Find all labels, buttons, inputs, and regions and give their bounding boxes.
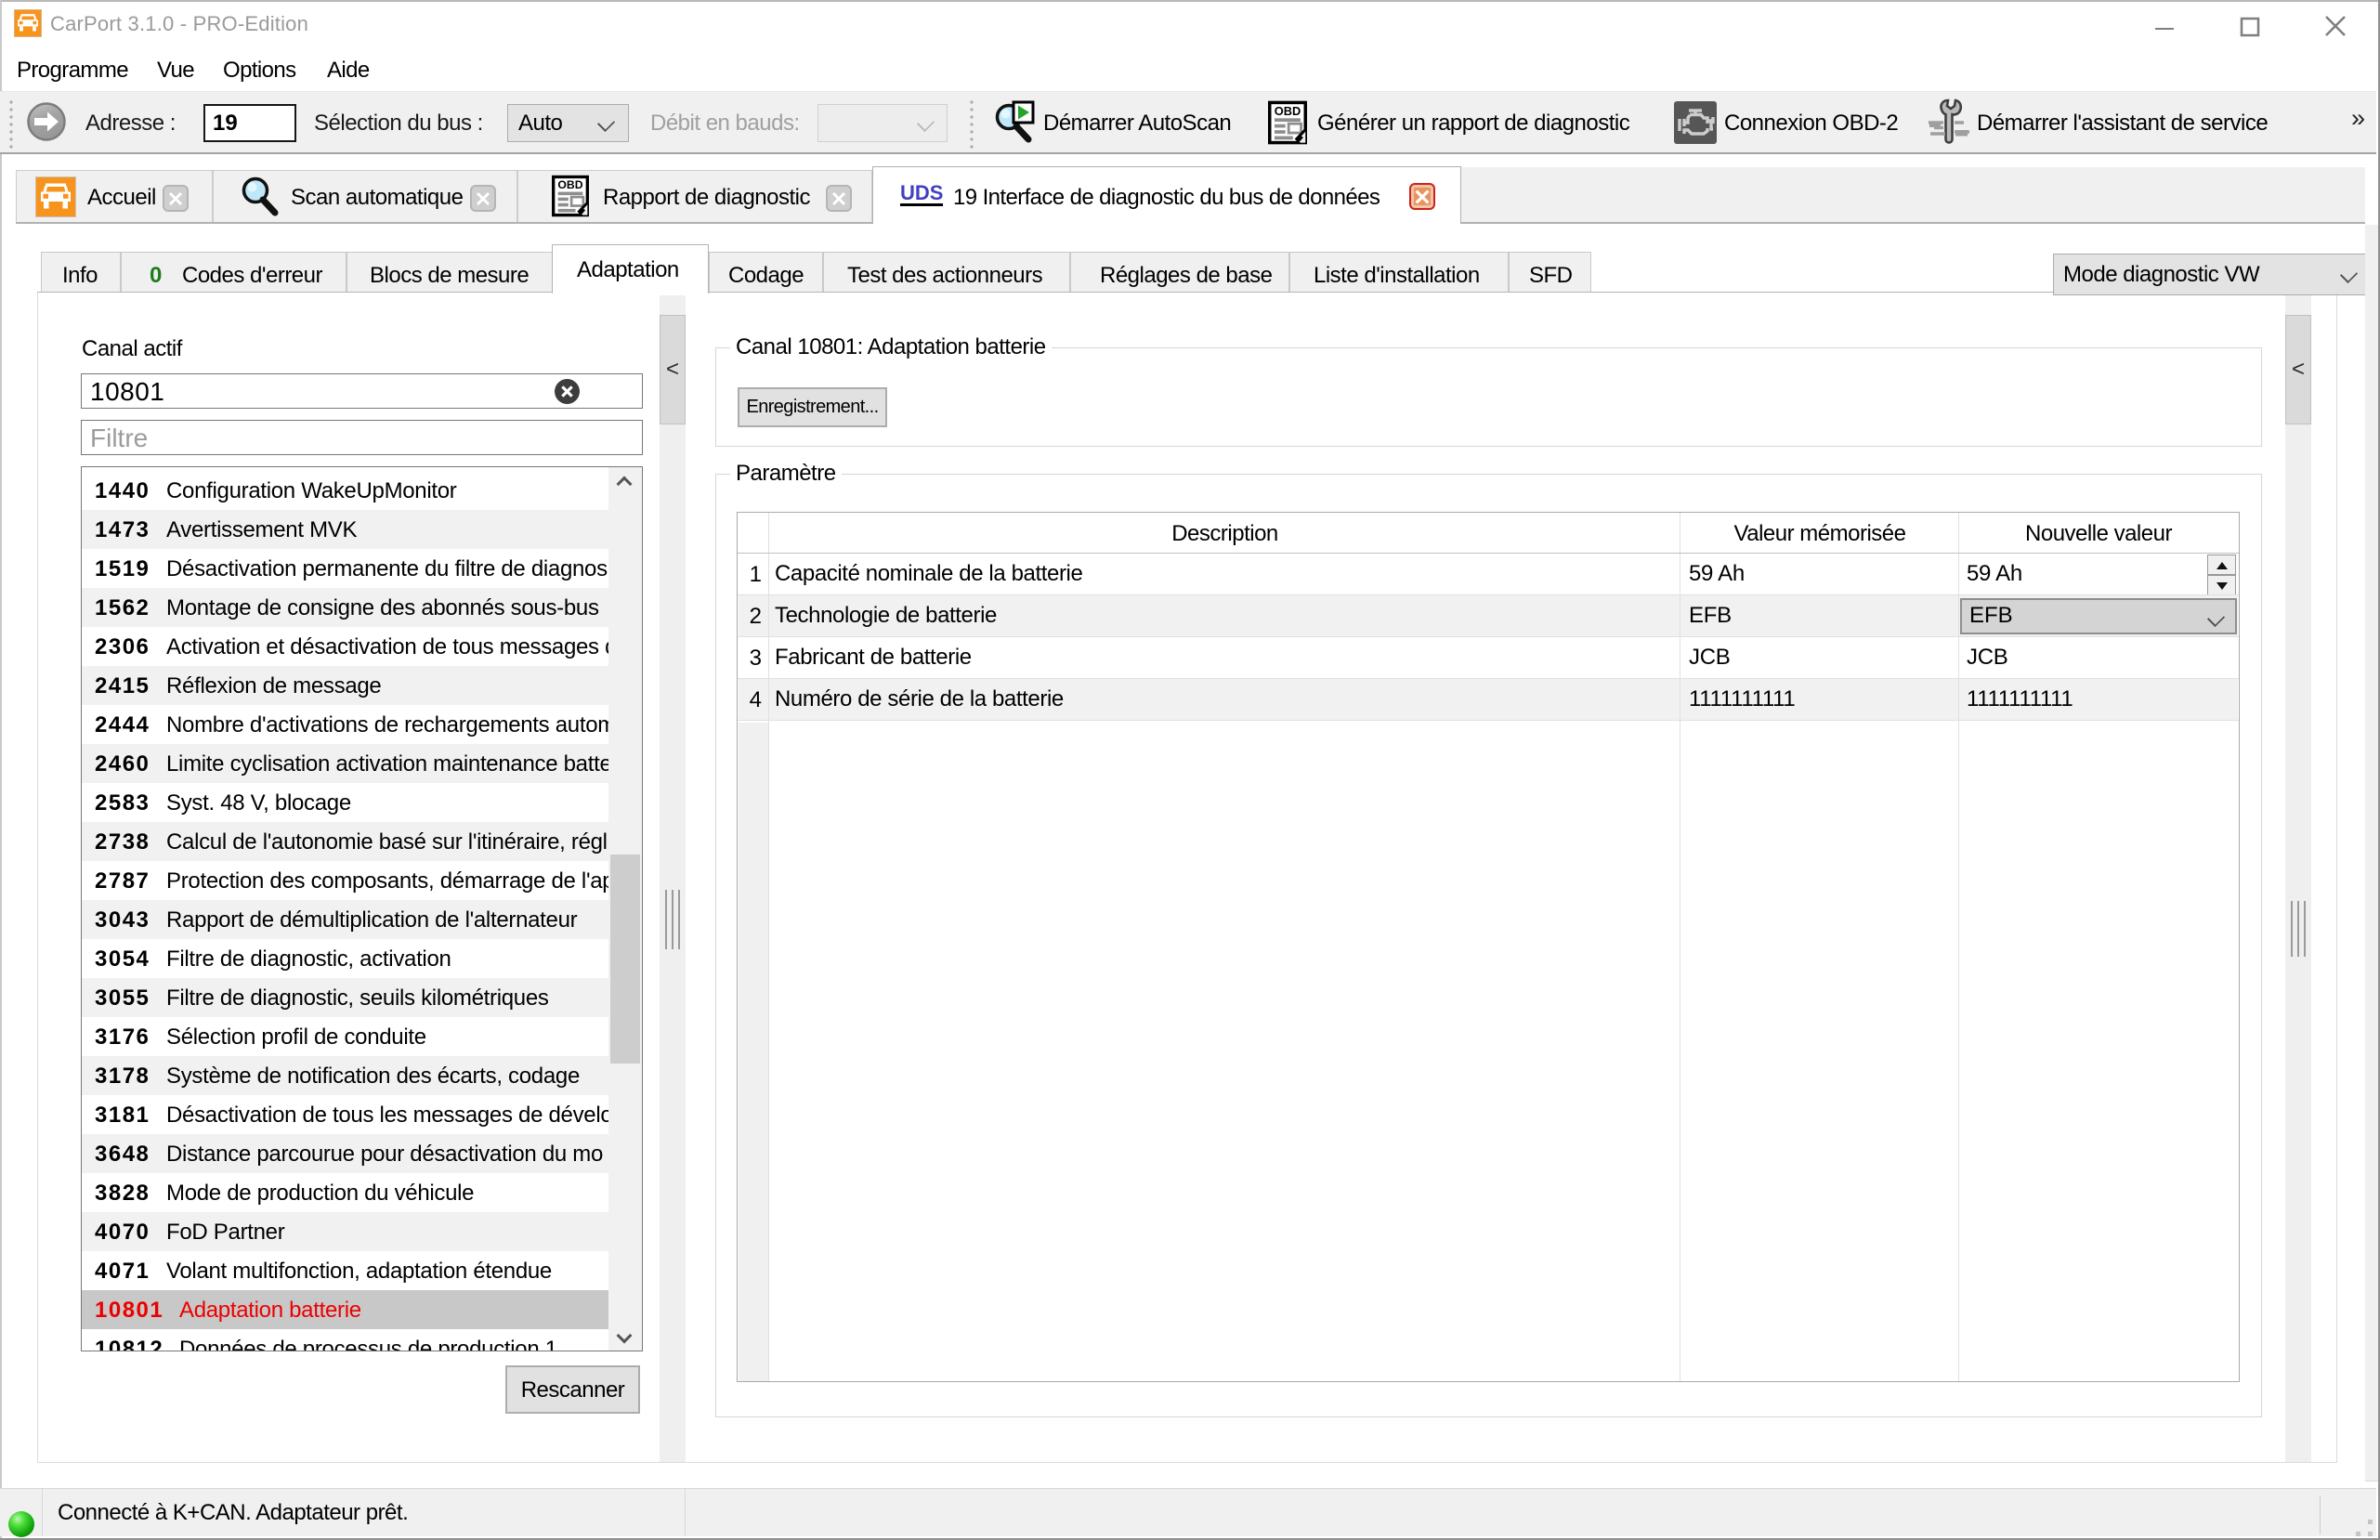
svg-text:OBD: OBD — [1275, 104, 1301, 118]
svg-text:OBD: OBD — [557, 178, 582, 191]
